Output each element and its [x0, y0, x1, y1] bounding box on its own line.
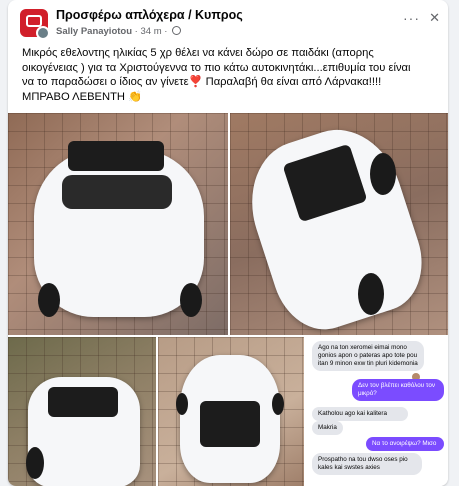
- globe-icon: [172, 26, 182, 35]
- gift-icon: [26, 15, 42, 27]
- wheel-image: [176, 393, 188, 415]
- post-meta: Sally Panayiotou · 34 m ·: [56, 26, 182, 37]
- more-options-button[interactable]: ···: [403, 10, 420, 26]
- clap-emoji-icon: 👏: [128, 90, 143, 103]
- post-text-segment: να το παραδώσει ο ίδιος αν γίνετε: [22, 76, 189, 88]
- post-text-segment: Παραλαβή θα είναι από Λάρνακα!!!!: [202, 76, 382, 88]
- wheel-image: [370, 153, 396, 195]
- post-text-segment: ΜΠΡΑΒΟ ΛΕΒΕΝΤΗ: [22, 90, 125, 103]
- post-text-line: Μικρός εθελοντης ηλικίας 5 χρ θέλει να κ…: [22, 47, 374, 59]
- group-name-link[interactable]: Προσφέρω απλόχερα / Κυπρος: [56, 8, 243, 22]
- post-text-line: να το παραδώσει ο ίδιος αν γίνετε❣️ Παρα…: [22, 75, 436, 90]
- post-card: Προσφέρω απλόχερα / Κυπρος Sally Panayio…: [8, 0, 448, 486]
- meta-separator-2: ·: [164, 26, 171, 37]
- chat-message-incoming: Ago na ton xeromei eimai mono gonios apo…: [312, 341, 424, 371]
- car-seat-image: [48, 387, 118, 417]
- post-text-line: οικογένειας ) για τα Χριστούγεννα το πιο…: [22, 61, 411, 74]
- car-seat-image: [68, 141, 164, 171]
- chat-message-incoming: Prospatho na tou dwso oses pio kales kai…: [312, 453, 422, 475]
- chat-message-outgoing: Να το ανοιρέψω? Μισο: [366, 437, 444, 451]
- heart-emoji-icon: ❣️: [188, 76, 203, 88]
- windshield-image: [62, 175, 172, 209]
- post-time-link[interactable]: 34 m: [140, 26, 161, 37]
- photo-grid: Ago na ton xeromei eimai mono gonios apo…: [8, 113, 448, 486]
- photo-chat-screenshot[interactable]: Ago na ton xeromei eimai mono gonios apo…: [306, 337, 448, 486]
- photo-car-front[interactable]: [8, 113, 228, 335]
- wheel-image: [180, 283, 202, 317]
- chat-message-outgoing: Δεν τον βλέπει καθόλου τον μικρό?: [352, 379, 444, 401]
- post-header: Προσφέρω απλόχερα / Κυπρος Sally Panayio…: [8, 0, 448, 40]
- photo-car-side[interactable]: [230, 113, 448, 335]
- post-text-line: ΜΠΡΑΒΟ ΛΕΒΕΝΤΗ 👏: [22, 90, 436, 105]
- chat-message-incoming: Katholou ago kai kalitera: [312, 407, 408, 421]
- wheel-image: [38, 283, 60, 317]
- photo-car-rear[interactable]: [8, 337, 156, 486]
- chat-message-incoming: Makria: [312, 421, 343, 435]
- author-avatar[interactable]: [36, 26, 50, 40]
- wheel-image: [358, 273, 384, 315]
- wheel-image: [272, 393, 284, 415]
- post-message: Μικρός εθελοντης ηλικίας 5 χρ θέλει να κ…: [22, 46, 436, 104]
- wheel-image: [26, 447, 44, 479]
- chat-thread: Ago na ton xeromei eimai mono gonios apo…: [306, 337, 448, 486]
- close-button[interactable]: ✕: [429, 10, 440, 26]
- photo-car-top[interactable]: [158, 337, 304, 486]
- car-seat-image: [200, 401, 260, 447]
- author-name-link[interactable]: Sally Panayiotou: [56, 26, 132, 37]
